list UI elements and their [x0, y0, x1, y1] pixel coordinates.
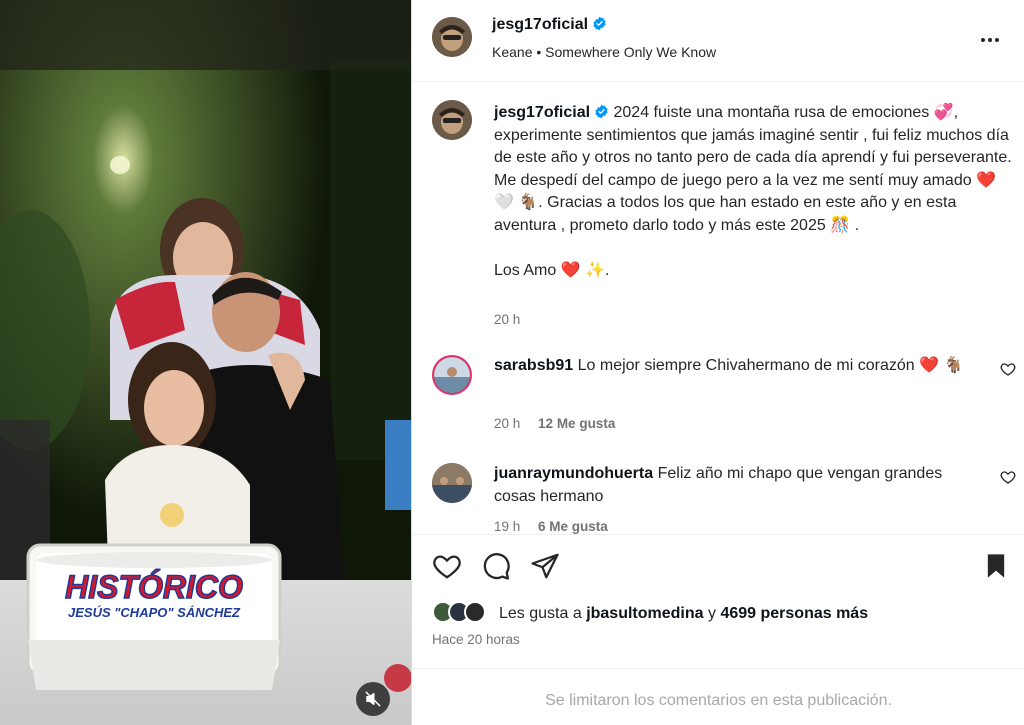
comment-text: sarabsb91 Lo mejor siempre Chivahermano … [494, 355, 964, 378]
audio-track-link[interactable]: Keane • Somewhere Only We Know [492, 44, 716, 60]
likers-avatars[interactable] [432, 601, 502, 627]
cake-subtitle: JESÚS "CHAPO" SÁNCHEZ [68, 605, 241, 620]
comment-body: Lo mejor siempre Chivahermano de mi cora… [577, 357, 964, 374]
save-bookmark-icon[interactable] [982, 551, 1010, 581]
share-plane-icon[interactable] [530, 551, 560, 581]
comment-meta: 20 h 12 Me gusta [494, 416, 629, 431]
likes-others[interactable]: 4699 personas más [720, 605, 868, 622]
comment-like-heart-icon[interactable] [1000, 469, 1016, 485]
likes-prefix: Les gusta a [499, 605, 582, 622]
comment-meta: 19 h 6 Me gusta [494, 519, 622, 534]
comment-avatar[interactable] [432, 463, 472, 503]
likes-user[interactable]: jbasultomedina [586, 605, 703, 622]
caption-author-avatar[interactable] [432, 100, 472, 140]
comment-text: juanraymundohuerta Feliz año mi chapo qu… [494, 463, 964, 508]
mute-toggle-button[interactable] [356, 682, 390, 716]
verified-icon [593, 16, 606, 31]
post-photo: HISTÓRICO JESÚS "CHAPO" SÁNCHEZ [0, 0, 411, 725]
comment-time[interactable]: 20 h [494, 416, 520, 431]
comment-likes[interactable]: 12 Me gusta [538, 416, 615, 431]
comment-bubble-icon[interactable] [481, 551, 511, 581]
cake-title: HISTÓRICO [65, 569, 243, 605]
author-avatar[interactable] [432, 17, 472, 57]
comment-likes[interactable]: 6 Me gusta [538, 519, 608, 534]
comment-username[interactable]: sarabsb91 [494, 357, 573, 374]
post-timestamp[interactable]: Hace 20 horas [432, 632, 520, 647]
likes-summary[interactable]: Les gusta a jbasultomedina y 4699 person… [499, 605, 868, 623]
muted-speaker-icon [365, 691, 381, 707]
comment-username[interactable]: juanraymundohuerta [494, 465, 653, 482]
author-username-text[interactable]: jesg17oficial [492, 16, 588, 33]
caption-signoff: Los Amo ❤️ ✨. [494, 261, 610, 279]
post-media[interactable]: HISTÓRICO JESÚS "CHAPO" SÁNCHEZ [0, 0, 411, 725]
comment-avatar[interactable] [432, 355, 472, 395]
caption-timestamp[interactable]: 20 h [494, 312, 520, 327]
comment-like-heart-icon[interactable] [1000, 361, 1016, 377]
likes-conj: y [708, 605, 716, 622]
more-options-icon[interactable] [981, 30, 1005, 50]
like-heart-icon[interactable] [432, 551, 462, 581]
post-header: jesg17oficial Keane • Somewhere Only We … [412, 0, 1024, 82]
comment-time[interactable]: 19 h [494, 519, 520, 534]
comments-limited-notice: Se limitaron los comentarios en esta pub… [545, 692, 892, 709]
verified-icon [595, 104, 608, 119]
caption-body: 2024 fuiste una montaña rusa de emocione… [494, 104, 1012, 234]
comments-list[interactable]: jesg17oficial 2024 fuiste una montaña ru… [412, 82, 1024, 534]
caption-author-username[interactable]: jesg17oficial [494, 104, 590, 121]
post-detail-panel: jesg17oficial Keane • Somewhere Only We … [411, 0, 1024, 725]
author-username[interactable]: jesg17oficial [492, 16, 607, 34]
post-actions: Les gusta a jbasultomedina y 4699 person… [412, 534, 1024, 669]
caption-text: jesg17oficial 2024 fuiste una montaña ru… [494, 102, 1012, 282]
